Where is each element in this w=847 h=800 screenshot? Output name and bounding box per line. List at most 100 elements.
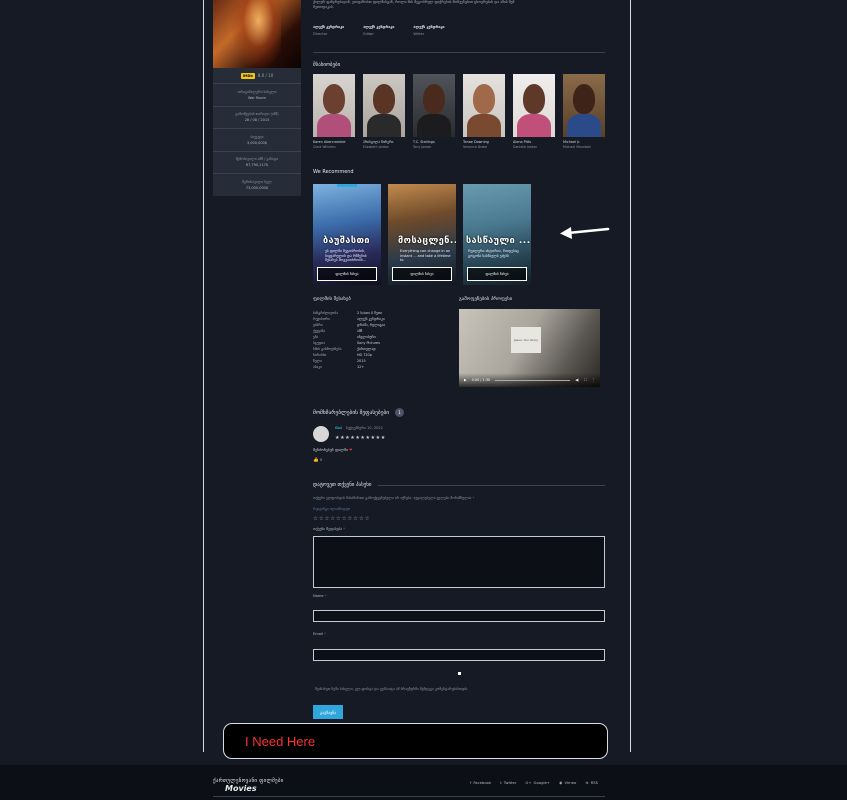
actor-photo [463,74,505,137]
rating-row: IMDb 8.0 / 10 [213,68,301,83]
cast-card[interactable]: Michael Jr. Michael Mountain [563,74,605,149]
recommend-title: We Recommend [313,169,354,175]
detail-label: ბიუჯეტი [250,134,264,139]
crew-role: Director [313,32,328,36]
save-info-checkbox-label[interactable]: შეინახეთ ჩემი სახელი, ელ.ფოსტა და ვებსაი… [315,687,468,691]
twitter-icon: t [500,780,502,785]
crew-name: ალექს კენდრიკი [413,25,445,29]
fullscreen-icon[interactable]: ⛶ [584,378,586,382]
recommendation-title: მოსაცლენ... [398,236,456,246]
twitter-link[interactable]: t Twitter [500,780,516,785]
crew-member[interactable]: ალექს კენდრიკი Editor [363,25,394,36]
watch-movie-button[interactable]: ფილმის ნახვა [467,267,527,281]
captcha-dot [458,672,461,675]
google-plus-icon: G+ [525,780,532,785]
info-key: სტუდია [313,340,326,345]
comment-body: მენძონებენ ფილმი [313,447,348,452]
cast-title: მსახიობები [313,62,341,68]
actor-role: Clara Williams [313,145,336,149]
actor-name: Alena Pitts [513,140,531,144]
recommendations-list: ბაუშასთი ეს ფილმი მეგობრობის, სიყვარულის… [313,184,531,285]
site-logo[interactable]: ქართულენოვანი ფილმები Movies [213,777,284,793]
synopsis-text: ქალურ ფანჯრებიდან, ვთავაზობთ ფილმისგან, … [313,0,515,9]
detail-label: შემოსავალი სულ [242,179,272,184]
google-plus-link[interactable]: G+ Google+ [525,780,550,785]
social-label: Facebook [473,780,492,785]
imdb-logo: IMDb [240,72,255,79]
cast-card[interactable]: Tenae Downing Veronica Drake [463,74,505,149]
recommendation-title: სასწაული ... [466,236,531,246]
crew-role: Writer [413,32,425,36]
actor-name: Michael Jr. [563,140,581,144]
footer-divider [213,796,605,797]
rss-icon: ≋ [585,780,589,785]
rss-link[interactable]: ≋ RSS [585,780,598,785]
facebook-link[interactable]: f Facebook [470,780,491,785]
info-key: რეჟისორი [313,316,330,321]
vimeo-link[interactable]: ◉ Vimeo [559,780,576,785]
info-value: HD 720p [357,352,372,357]
comment-author[interactable]: GuI [335,426,342,430]
detail-row: შემოსავალი სულ 73,000,000$ [213,173,301,196]
volume-icon[interactable]: ◀) [575,378,579,382]
info-value: 2015 [357,358,366,363]
left-vertical-line [203,0,204,752]
crew-name: ალექს კენდრიკი [363,25,395,29]
required-note: თქვენი ელფოსტის მისამართი გამოქვეყნებული… [313,496,474,500]
crew-role: Editor [363,32,374,36]
comment-rating-stars: ★★★★★★★★★★ [335,435,386,441]
crew-member[interactable]: ალექს კენდრიკი Writer [413,25,444,36]
actor-name: T.C. Stallings [413,140,435,144]
cast-card[interactable]: T.C. Stallings Tony Jordan [413,74,455,149]
actor-role: Danielle Jordan [513,145,538,149]
detail-row: გამოშვების თარიღი (აშშ) 28 / 08 / 2015 [213,105,301,129]
actor-name: Karen Abercrombie [313,140,346,144]
movie-info-title: ფილმის შესახებ [313,297,351,302]
video-time: 0:00 / 1:30 [471,378,491,382]
actor-role: Veronica Drake [463,145,488,149]
cast-card[interactable]: Karen Abercrombie Clara Williams [313,74,355,149]
actor-name: პრისცილა შირერი [363,140,394,144]
social-label: Twitter [503,780,517,785]
info-value: Sony Pictures [357,340,380,345]
detail-value: 3,000,000$ [246,140,268,145]
recommendation-card[interactable]: მოსაცლენ... Everything can change in an … [388,184,456,285]
recommendation-card[interactable]: სასწაული ... რეალური ისტორია, როდესაც გო… [463,184,531,285]
info-key: ხარისხი [313,352,327,357]
overlay-annotation-box: I Need Here [223,723,608,759]
actor-name: Tenae Downing [463,140,489,144]
info-key: წელი [313,358,322,363]
actor-role: Tony Jordan [413,145,432,149]
cast-card[interactable]: პრისცილა შირერი Elizabeth Jordan [363,74,405,149]
rating-stars-input[interactable]: ☆☆☆☆☆☆☆☆☆☆ [313,516,370,522]
submit-comment-button[interactable]: გაგზავნა [313,705,343,719]
arrow-annotation-icon [560,227,610,239]
email-input[interactable] [313,649,605,661]
recommendation-card[interactable]: ბაუშასთი ეს ფილმი მეგობრობის, სიყვარულის… [313,184,381,285]
vimeo-icon: ◉ [559,780,563,785]
movie-poster[interactable] [213,0,301,68]
name-input[interactable] [313,610,605,622]
comment-textarea[interactable] [313,536,605,588]
trailer-video[interactable]: Jesus, Our Glory ▶ 0:00 / 1:30 ◀) ⛶ ⋮ [459,309,600,387]
actor-photo [313,74,355,137]
required-mark: * [324,632,326,636]
play-icon[interactable]: ▶ [464,378,467,382]
watch-movie-button[interactable]: ფილმის ნახვა [392,267,452,281]
thumbs-up-icon[interactable]: 👍 [313,458,319,463]
like-control[interactable]: 👍 0 [313,458,322,463]
rating-value: 8.0 / 10 [257,73,274,78]
movie-sidebar: IMDb 8.0 / 10 ორიგინალური სახელი War Room… [213,0,301,196]
watch-movie-button[interactable]: ფილმის ნახვა [317,267,377,281]
detail-row: შემოსავალი აშშ / კანადა 67,790,117$ [213,150,301,174]
more-options-icon[interactable]: ⋮ [592,378,595,382]
info-value: 12+ [357,364,365,369]
actor-photo [513,74,555,137]
info-value: 2 საათი 0 წუთი [357,311,383,315]
comment-date: სექტემბერი 10, 2021 [345,426,384,430]
cast-card[interactable]: Alena Pitts Danielle Jordan [513,74,555,149]
video-progress-bar[interactable] [495,379,571,381]
comments-count-badge: 1 [395,408,405,417]
crew-member[interactable]: ალექს კენდრიკი Director [313,25,344,36]
divider [313,52,605,53]
